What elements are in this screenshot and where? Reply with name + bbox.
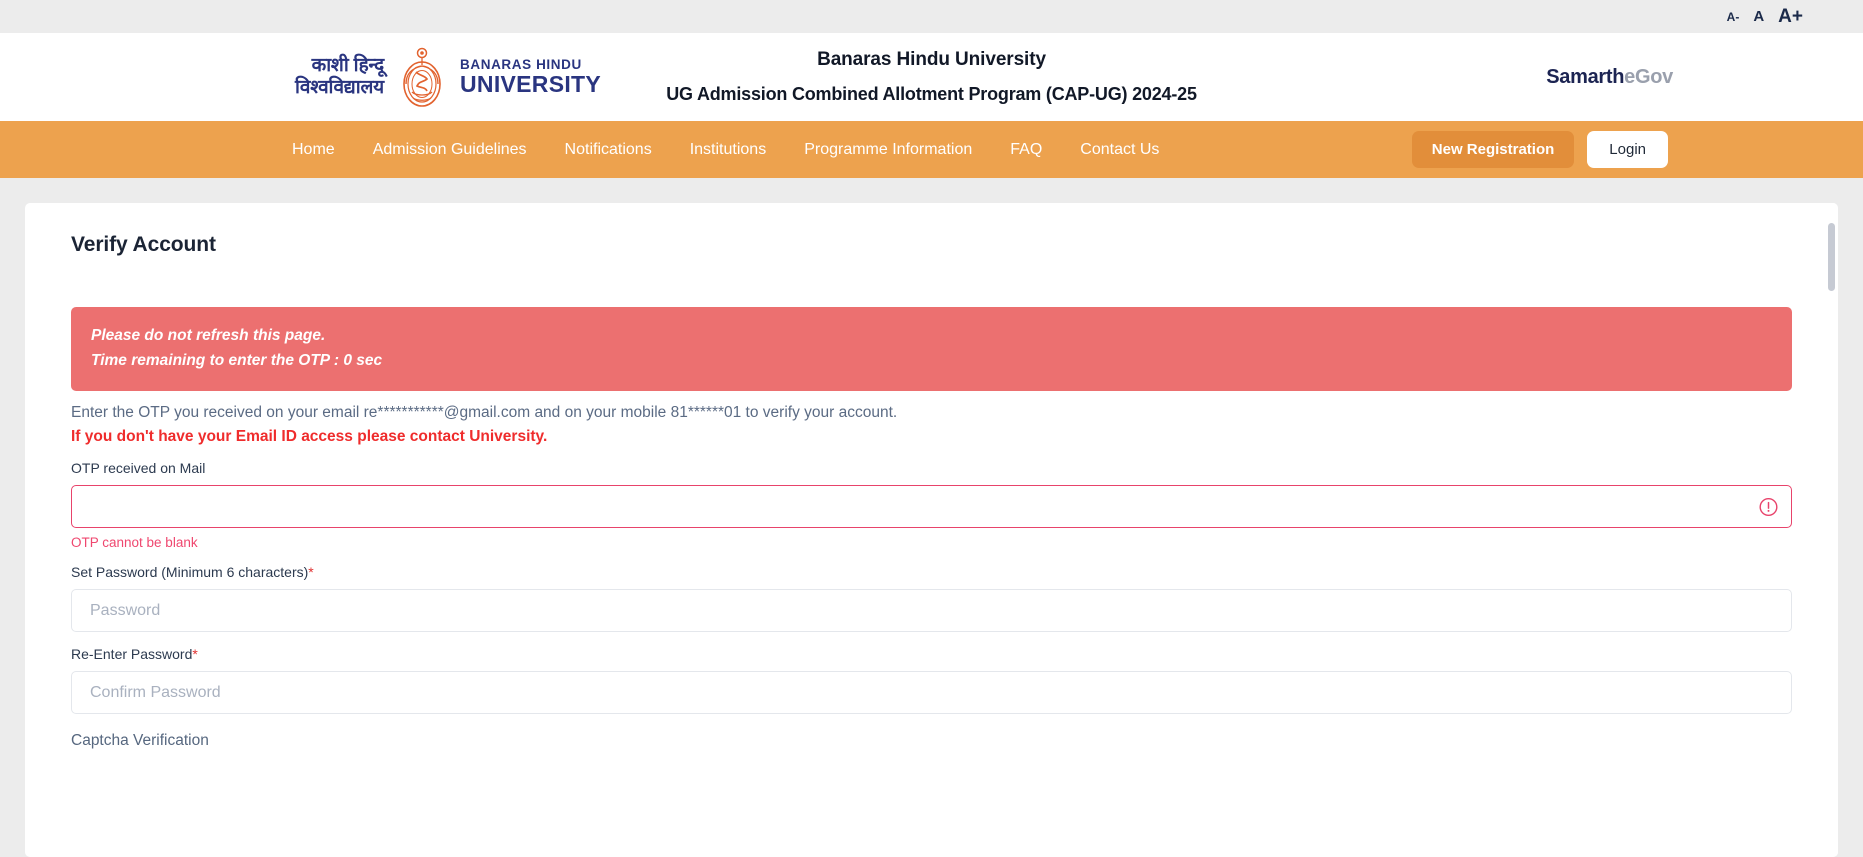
nav-item-home[interactable]: Home bbox=[292, 141, 335, 159]
bhu-emblem-icon bbox=[403, 47, 441, 107]
university-logo[interactable]: काशी हिन्दू विश्वविद्यालय BANARAS HINDU … bbox=[295, 44, 601, 110]
confirm-password-required-asterisk: * bbox=[192, 646, 198, 663]
font-size-toolbar: A- A A+ bbox=[0, 0, 1863, 33]
font-normal-button[interactable]: A bbox=[1753, 9, 1764, 24]
site-masthead: काशी हिन्दू विश्वविद्यालय BANARAS HINDU … bbox=[0, 33, 1863, 121]
nav-item-notifications[interactable]: Notifications bbox=[565, 141, 652, 159]
new-registration-button[interactable]: New Registration bbox=[1411, 131, 1575, 168]
samarth-text: Samarth bbox=[1546, 65, 1625, 88]
page-title: Verify Account bbox=[71, 233, 216, 256]
alert-line-no-refresh: Please do not refresh this page. bbox=[91, 327, 326, 344]
nav-item-faq[interactable]: FAQ bbox=[1010, 141, 1042, 159]
otp-error-message: OTP cannot be blank bbox=[71, 535, 198, 551]
confirm-password-label-text: Re-Enter Password bbox=[71, 646, 193, 663]
logo-english-text: BANARAS HINDU UNIVERSITY bbox=[460, 56, 602, 98]
email-access-warning: If you don't have your Email ID access p… bbox=[71, 428, 548, 446]
scrollbar-thumb[interactable] bbox=[1826, 221, 1837, 293]
samarth-egov-logo[interactable]: SamartheGov bbox=[1546, 66, 1673, 89]
nav-item-institutions[interactable]: Institutions bbox=[690, 141, 766, 159]
password-input[interactable] bbox=[71, 589, 1792, 633]
main-navigation: Home Admission Guidelines Notifications … bbox=[0, 121, 1863, 178]
page-body: Verify Account Please do not refresh thi… bbox=[0, 178, 1863, 857]
verify-account-card: Verify Account Please do not refresh thi… bbox=[25, 203, 1838, 857]
confirm-password-input[interactable] bbox=[71, 671, 1792, 715]
logo-hindi-line1: काशी हिन्दू bbox=[311, 55, 385, 77]
otp-instruction-text: Enter the OTP you received on your email… bbox=[71, 404, 898, 422]
page-scrollbar[interactable] bbox=[1824, 203, 1838, 857]
font-increase-button[interactable]: A+ bbox=[1778, 7, 1803, 26]
otp-input-wrap bbox=[71, 485, 1792, 529]
otp-input[interactable] bbox=[71, 485, 1792, 529]
otp-label: OTP received on Mail bbox=[71, 460, 206, 477]
confirm-password-label: Re-Enter Password* bbox=[71, 646, 1792, 662]
captcha-verification-label: Captcha Verification bbox=[71, 732, 209, 750]
login-button[interactable]: Login bbox=[1587, 131, 1668, 168]
confirm-password-field-group: Re-Enter Password* bbox=[71, 646, 1792, 715]
password-label: Set Password (Minimum 6 characters)* bbox=[71, 564, 1792, 580]
nav-action-buttons: New Registration Login bbox=[1411, 131, 1668, 168]
logo-en-line1: BANARAS HINDU bbox=[460, 56, 582, 72]
alert-line-time-remaining: Time remaining to enter the OTP : 0 sec bbox=[91, 352, 383, 370]
nav-item-admission-guidelines[interactable]: Admission Guidelines bbox=[373, 141, 527, 159]
egov-text: eGov bbox=[1624, 65, 1673, 88]
otp-field-group: OTP received on Mail OTP cannot be blank bbox=[71, 460, 1792, 550]
logo-en-line2: UNIVERSITY bbox=[460, 71, 602, 98]
logo-hindi-text: काशी हिन्दू विश्वविद्यालय bbox=[295, 55, 384, 99]
password-required-asterisk: * bbox=[308, 564, 314, 581]
font-decrease-button[interactable]: A- bbox=[1727, 11, 1740, 23]
nav-item-programme-information[interactable]: Programme Information bbox=[804, 141, 972, 159]
password-field-group: Set Password (Minimum 6 characters)* bbox=[71, 564, 1792, 633]
password-label-text: Set Password (Minimum 6 characters) bbox=[71, 564, 309, 581]
logo-hindi-line2: विश्वविद्यालय bbox=[295, 77, 385, 98]
otp-timer-alert: Please do not refresh this page. Time re… bbox=[71, 307, 1792, 392]
nav-links: Home Admission Guidelines Notifications … bbox=[292, 141, 1159, 159]
nav-item-contact-us[interactable]: Contact Us bbox=[1080, 141, 1159, 159]
